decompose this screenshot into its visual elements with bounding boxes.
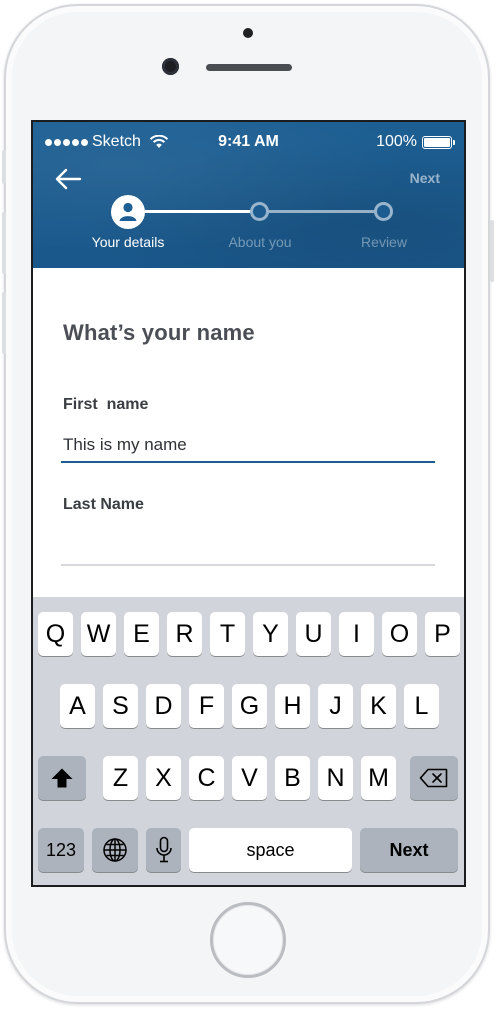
step-connector-active bbox=[145, 210, 259, 213]
key-k[interactable]: K bbox=[361, 684, 396, 728]
step-label-about-you: About you bbox=[228, 234, 292, 250]
first-name-label: First name bbox=[63, 396, 149, 413]
key-r[interactable]: R bbox=[167, 612, 202, 656]
screen: Sketch 9:41 AM 100% Next Your details Ab… bbox=[31, 120, 466, 887]
key-h[interactable]: H bbox=[275, 684, 310, 728]
key-n[interactable]: N bbox=[318, 756, 353, 800]
header: Sketch 9:41 AM 100% Next Your details Ab… bbox=[33, 122, 464, 268]
back-arrow-icon[interactable] bbox=[53, 166, 83, 192]
last-name-input[interactable] bbox=[61, 532, 435, 566]
user-icon bbox=[119, 202, 137, 221]
key-b[interactable]: B bbox=[275, 756, 310, 800]
key-q[interactable]: Q bbox=[38, 612, 73, 656]
battery-icon bbox=[422, 135, 455, 149]
status-bar: Sketch 9:41 AM 100% bbox=[33, 122, 464, 162]
progress-stepper: Your details About you Review bbox=[33, 192, 464, 252]
key-f[interactable]: F bbox=[189, 684, 224, 728]
globe-key[interactable] bbox=[92, 828, 138, 872]
key-v[interactable]: V bbox=[232, 756, 267, 800]
keyboard: 123 space Next QWERTYUIOP ASDFGHJKL ZXCVBN… bbox=[33, 597, 464, 885]
power-button bbox=[490, 220, 494, 282]
key-e[interactable]: E bbox=[124, 612, 159, 656]
key-m[interactable]: M bbox=[361, 756, 396, 800]
volume-up-button bbox=[2, 212, 6, 274]
key-g[interactable]: G bbox=[232, 684, 267, 728]
key-w[interactable]: W bbox=[81, 612, 116, 656]
key-y[interactable]: Y bbox=[253, 612, 288, 656]
key-l[interactable]: L bbox=[404, 684, 439, 728]
key-z[interactable]: Z bbox=[103, 756, 138, 800]
microphone-icon bbox=[155, 836, 172, 863]
backspace-icon bbox=[419, 768, 448, 788]
next-key[interactable]: Next bbox=[360, 828, 458, 872]
step-connector-inactive bbox=[265, 210, 379, 213]
microphone-key[interactable] bbox=[146, 828, 181, 872]
key-s[interactable]: S bbox=[103, 684, 138, 728]
backspace-key[interactable] bbox=[410, 756, 458, 800]
first-name-input[interactable] bbox=[61, 429, 435, 463]
step-1-node[interactable] bbox=[111, 195, 145, 229]
earpiece-speaker bbox=[206, 64, 292, 71]
key-a[interactable]: A bbox=[60, 684, 95, 728]
step-2-node[interactable] bbox=[250, 202, 269, 221]
key-j[interactable]: J bbox=[318, 684, 353, 728]
proximity-sensor bbox=[243, 28, 253, 38]
home-button[interactable] bbox=[210, 902, 286, 978]
numbers-key[interactable]: 123 bbox=[38, 828, 84, 872]
front-camera bbox=[162, 58, 179, 75]
shift-icon bbox=[51, 768, 73, 788]
volume-down-button bbox=[2, 292, 6, 354]
battery-percent: 100% bbox=[376, 133, 417, 150]
form-title: What’s your name bbox=[63, 320, 255, 345]
shift-key[interactable] bbox=[38, 756, 86, 800]
key-o[interactable]: O bbox=[382, 612, 417, 656]
battery-status: 100% bbox=[376, 133, 455, 151]
step-3-node[interactable] bbox=[374, 202, 393, 221]
next-link[interactable]: Next bbox=[410, 170, 440, 186]
key-p[interactable]: P bbox=[425, 612, 460, 656]
space-key[interactable]: space bbox=[189, 828, 352, 872]
last-name-label: Last Name bbox=[63, 496, 144, 513]
key-i[interactable]: I bbox=[339, 612, 374, 656]
key-c[interactable]: C bbox=[189, 756, 224, 800]
globe-icon bbox=[103, 838, 127, 862]
key-d[interactable]: D bbox=[146, 684, 181, 728]
key-x[interactable]: X bbox=[146, 756, 181, 800]
key-t[interactable]: T bbox=[210, 612, 245, 656]
step-label-review: Review bbox=[361, 234, 407, 250]
mute-switch bbox=[2, 150, 6, 184]
step-label-your-details: Your details bbox=[91, 234, 165, 250]
key-u[interactable]: U bbox=[296, 612, 331, 656]
